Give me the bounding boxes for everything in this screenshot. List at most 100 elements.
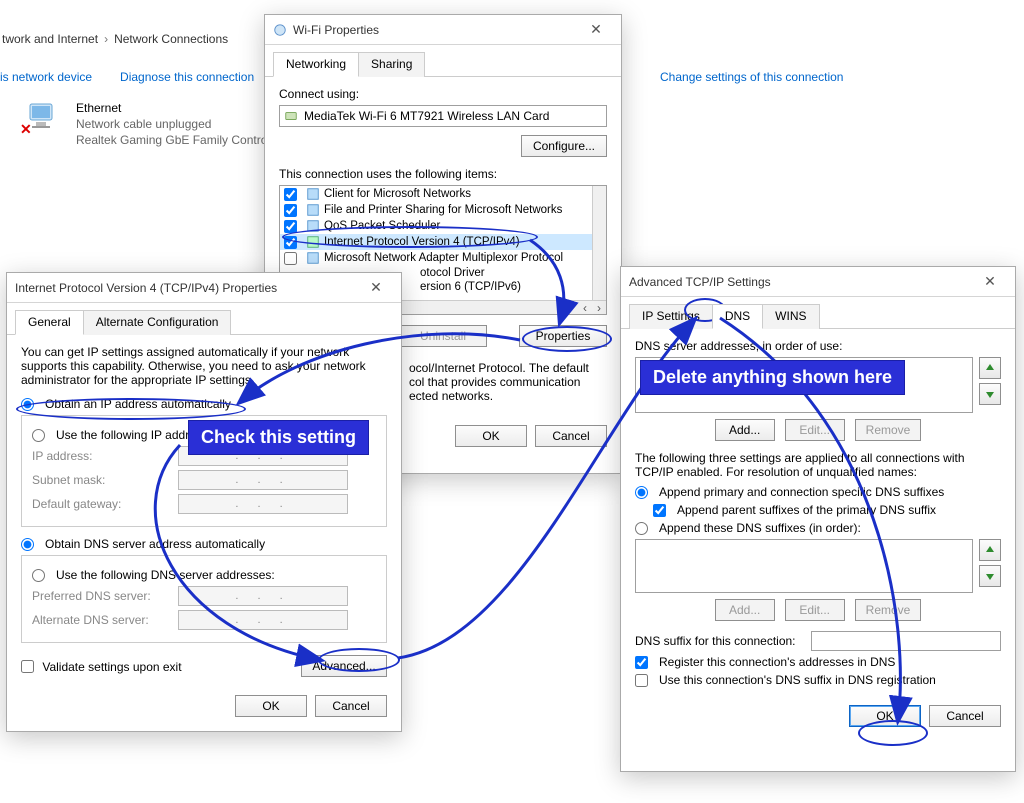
three-settings-blurb: The following three settings are applied… — [635, 451, 1001, 479]
disconnected-x-icon: ✕ — [20, 121, 32, 138]
adapter-vendor: Realtek Gaming GbE Family Contro — [76, 132, 267, 148]
scroll-right-icon[interactable]: › — [592, 301, 606, 314]
dns-edit-button[interactable]: Edit... — [785, 419, 845, 441]
adv-titlebar[interactable]: Advanced TCP/IP Settings ✕ — [621, 267, 1015, 297]
default-gateway-field[interactable]: . . . — [178, 494, 348, 514]
dns-add-button[interactable]: Add... — [715, 419, 775, 441]
list-item: Microsoft Network Adapter Multiplexor Pr… — [280, 250, 606, 266]
scroll-left-icon[interactable]: ‹ — [578, 301, 592, 314]
move-up-button[interactable] — [979, 357, 1001, 379]
wifi-titlebar[interactable]: Wi-Fi Properties ✕ — [265, 15, 621, 45]
dns-suffix-conn-input[interactable] — [811, 631, 1001, 651]
preferred-dns-field[interactable]: . . . — [178, 586, 348, 606]
list-item: QoS Packet Scheduler — [280, 218, 606, 234]
adv-cancel-button[interactable]: Cancel — [929, 705, 1001, 727]
list-item-ipv4-selected: Internet Protocol Version 4 (TCP/IPv4) — [280, 234, 606, 250]
ipv4-properties-window: Internet Protocol Version 4 (TCP/IPv4) P… — [6, 272, 402, 732]
wifi-tabs: Networking Sharing — [265, 45, 621, 77]
dns-remove-button[interactable]: Remove — [855, 419, 922, 441]
alternate-dns-field[interactable]: . . . — [178, 610, 348, 630]
use-suffix-reg-label: Use this connection's DNS suffix in DNS … — [659, 673, 936, 687]
append-primary-radio[interactable] — [635, 486, 648, 499]
ipv4-tab-general[interactable]: General — [15, 310, 84, 335]
wifi-props-icon — [273, 23, 287, 37]
ethernet-adapter-icon: ✕ — [26, 100, 66, 136]
suffix-edit-button[interactable]: Edit... — [785, 599, 845, 621]
use-dns-label: Use the following DNS server addresses: — [56, 568, 275, 582]
ipv4-ok-button[interactable]: OK — [235, 695, 307, 717]
breadcrumb-part-1[interactable]: twork and Internet — [2, 32, 98, 46]
ip-address-label: IP address: — [32, 449, 172, 463]
obtain-dns-auto-radio[interactable] — [21, 538, 34, 551]
obtain-ip-auto-radio[interactable] — [21, 398, 34, 411]
wifi-ok-button[interactable]: OK — [455, 425, 527, 447]
adv-ok-button[interactable]: OK — [849, 705, 921, 727]
adv-tabs: IP Settings DNS WINS — [621, 297, 1015, 329]
nic-icon — [284, 109, 298, 123]
wifi-adapter-field: MediaTek Wi-Fi 6 MT7921 Wireless LAN Car… — [279, 105, 607, 127]
append-parent-checkbox[interactable] — [653, 504, 666, 517]
uninstall-button[interactable]: Uninstall — [399, 325, 487, 347]
wifi-tab-networking[interactable]: Networking — [273, 52, 359, 77]
append-these-label: Append these DNS suffixes (in order): — [659, 521, 861, 535]
toolbar-change-settings-link[interactable]: Change settings of this connection — [660, 70, 843, 84]
list-item: File and Printer Sharing for Microsoft N… — [280, 202, 606, 218]
breadcrumb: twork and Internet › Network Connections — [0, 32, 228, 46]
toolbar-diagnose-link[interactable]: Diagnose this connection — [120, 70, 254, 84]
breadcrumb-part-2[interactable]: Network Connections — [114, 32, 228, 46]
validate-settings-checkbox[interactable] — [21, 660, 34, 673]
callout-check-setting: Check this setting — [188, 420, 369, 455]
obtain-dns-auto-label: Obtain DNS server address automatically — [45, 537, 265, 551]
toolbar-disable-device-link[interactable]: is network device — [0, 70, 92, 84]
append-primary-label: Append primary and connection specific D… — [659, 485, 944, 499]
properties-button[interactable]: Properties — [519, 325, 607, 347]
adv-tab-ip-settings[interactable]: IP Settings — [629, 304, 713, 329]
append-these-radio[interactable] — [635, 522, 648, 535]
callout-delete-dns: Delete anything shown here — [640, 360, 905, 395]
ipv4-cancel-button[interactable]: Cancel — [315, 695, 387, 717]
use-ip-radio[interactable] — [32, 429, 45, 442]
adapter-status: Network cable unplugged — [76, 116, 267, 132]
use-dns-radio[interactable] — [32, 569, 45, 582]
subnet-mask-label: Subnet mask: — [32, 473, 172, 487]
ipv4-blurb: You can get IP settings assigned automat… — [21, 345, 387, 387]
item-checkbox[interactable] — [284, 236, 297, 249]
wifi-tab-sharing[interactable]: Sharing — [358, 52, 425, 77]
item-checkbox[interactable] — [284, 252, 297, 265]
wifi-items-label: This connection uses the following items… — [279, 167, 607, 181]
subnet-mask-field[interactable]: . . . — [178, 470, 348, 490]
move-down-button[interactable] — [979, 383, 1001, 405]
adv-title-text: Advanced TCP/IP Settings — [629, 275, 771, 289]
suffix-add-button[interactable]: Add... — [715, 599, 775, 621]
ipv4-titlebar[interactable]: Internet Protocol Version 4 (TCP/IPv4) P… — [7, 273, 401, 303]
explorer-toolbar: is network device Diagnose this connecti… — [0, 70, 254, 84]
dns-order-label: DNS server addresses, in order of use: — [635, 339, 1001, 353]
suffix-move-down-button[interactable] — [979, 565, 1001, 587]
item-checkbox[interactable] — [284, 220, 297, 233]
adv-tab-wins[interactable]: WINS — [762, 304, 819, 329]
wifi-cancel-button[interactable]: Cancel — [535, 425, 607, 447]
ipv4-close-button[interactable]: ✕ — [361, 279, 391, 296]
suffix-remove-button[interactable]: Remove — [855, 599, 922, 621]
register-dns-label: Register this connection's addresses in … — [659, 655, 895, 669]
connect-using-label: Connect using: — [279, 87, 607, 101]
register-dns-checkbox[interactable] — [635, 656, 648, 669]
list-scrollbar-vertical[interactable] — [592, 186, 606, 300]
wifi-close-button[interactable]: ✕ — [581, 21, 611, 38]
use-suffix-reg-checkbox[interactable] — [635, 674, 648, 687]
preferred-dns-label: Preferred DNS server: — [32, 589, 172, 603]
configure-button[interactable]: Configure... — [521, 135, 607, 157]
item-checkbox[interactable] — [284, 188, 297, 201]
suffix-move-up-button[interactable] — [979, 539, 1001, 561]
ipv4-tabs: General Alternate Configuration — [7, 303, 401, 335]
item-checkbox[interactable] — [284, 204, 297, 217]
breadcrumb-separator-icon: › — [104, 32, 108, 46]
advanced-button[interactable]: Advanced... — [301, 655, 387, 677]
dns-suffixes-listbox[interactable] — [635, 539, 973, 593]
append-parent-label: Append parent suffixes of the primary DN… — [677, 503, 936, 517]
ipv4-tab-alternate[interactable]: Alternate Configuration — [83, 310, 232, 335]
adv-tab-dns[interactable]: DNS — [712, 304, 763, 329]
adapter-tile-ethernet[interactable]: ✕ Ethernet Network cable unplugged Realt… — [26, 100, 267, 149]
wifi-adapter-name: MediaTek Wi-Fi 6 MT7921 Wireless LAN Car… — [304, 109, 549, 123]
adv-close-button[interactable]: ✕ — [975, 273, 1005, 290]
